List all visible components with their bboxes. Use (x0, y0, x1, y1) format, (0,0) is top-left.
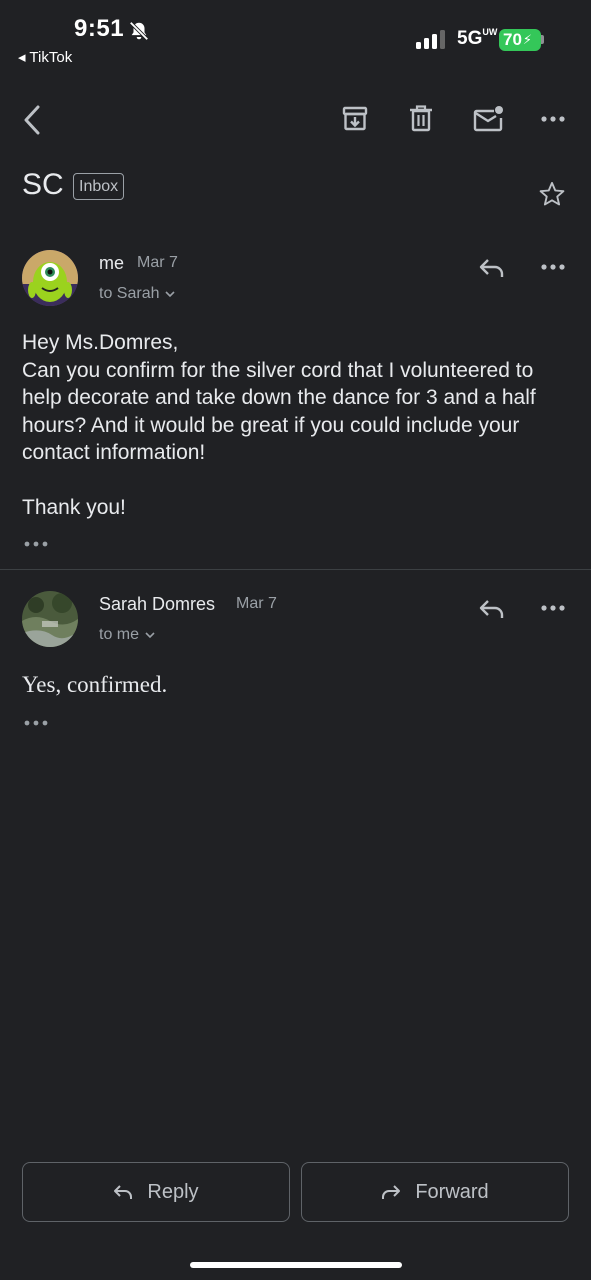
sender-name: me (99, 253, 125, 273)
avatar[interactable] (22, 591, 78, 647)
forward-label: Forward (415, 1180, 489, 1203)
archive-icon (342, 106, 368, 131)
reply-button[interactable] (474, 595, 510, 623)
ellipsis-icon (24, 541, 48, 547)
avatar[interactable] (22, 250, 78, 306)
show-trimmed-button[interactable] (22, 714, 50, 732)
star-icon (539, 181, 565, 206)
back-button[interactable] (14, 100, 50, 140)
message-body: Hey Ms.Domres, Can you confirm for the s… (22, 331, 536, 519)
more-options-button[interactable] (534, 104, 572, 134)
reply-label: Reply (147, 1180, 199, 1203)
message-body: Yes, confirmed. (22, 672, 168, 697)
ellipsis-icon (24, 720, 48, 726)
avatar-image (22, 591, 78, 647)
email-subject: SC (22, 168, 64, 201)
trash-icon (410, 105, 432, 132)
status-time: 9:51 (74, 15, 125, 42)
message-more-button[interactable] (534, 256, 572, 278)
chevron-down-icon (145, 631, 155, 638)
mark-unread-icon (473, 106, 503, 132)
back-to-app-link[interactable]: ◂ TikTok (18, 48, 72, 66)
sender-name: Sarah Domres (99, 594, 216, 614)
inbox-label[interactable]: Inbox (73, 173, 125, 200)
bell-muted-icon (129, 21, 149, 41)
message-divider (0, 569, 591, 570)
mark-unread-button[interactable] (468, 100, 508, 138)
battery-tip (541, 35, 544, 44)
reply-action-button[interactable]: Reply (22, 1162, 290, 1222)
more-horizontal-icon (541, 605, 565, 611)
recipient-toggle[interactable]: to Sarah (99, 285, 176, 303)
network-type: 5GUW (457, 26, 498, 49)
battery-indicator: 70 ⚡ (499, 29, 541, 51)
message-date: Mar 7 (236, 595, 277, 612)
star-button[interactable] (536, 178, 568, 210)
more-horizontal-icon (541, 264, 565, 270)
reply-icon (114, 1185, 133, 1199)
back-arrow-icon (24, 105, 40, 135)
show-trimmed-button[interactable] (22, 535, 50, 553)
home-indicator[interactable] (190, 1262, 402, 1268)
more-horizontal-icon (541, 116, 565, 122)
delete-button[interactable] (402, 100, 440, 138)
recipient-label: to Sarah (99, 285, 160, 302)
reply-icon (479, 600, 504, 618)
reply-icon (479, 259, 504, 277)
recipient-label: to me (99, 626, 140, 643)
forward-action-button[interactable]: Forward (301, 1162, 569, 1222)
archive-button[interactable] (336, 100, 374, 138)
recipient-toggle[interactable]: to me (99, 626, 155, 644)
avatar-image (22, 250, 78, 306)
chevron-down-icon (165, 290, 176, 297)
forward-icon (382, 1185, 401, 1199)
signal-icon (416, 30, 445, 49)
message-date: Mar 7 (137, 254, 178, 271)
message-more-button[interactable] (534, 597, 572, 619)
reply-button[interactable] (474, 254, 510, 282)
